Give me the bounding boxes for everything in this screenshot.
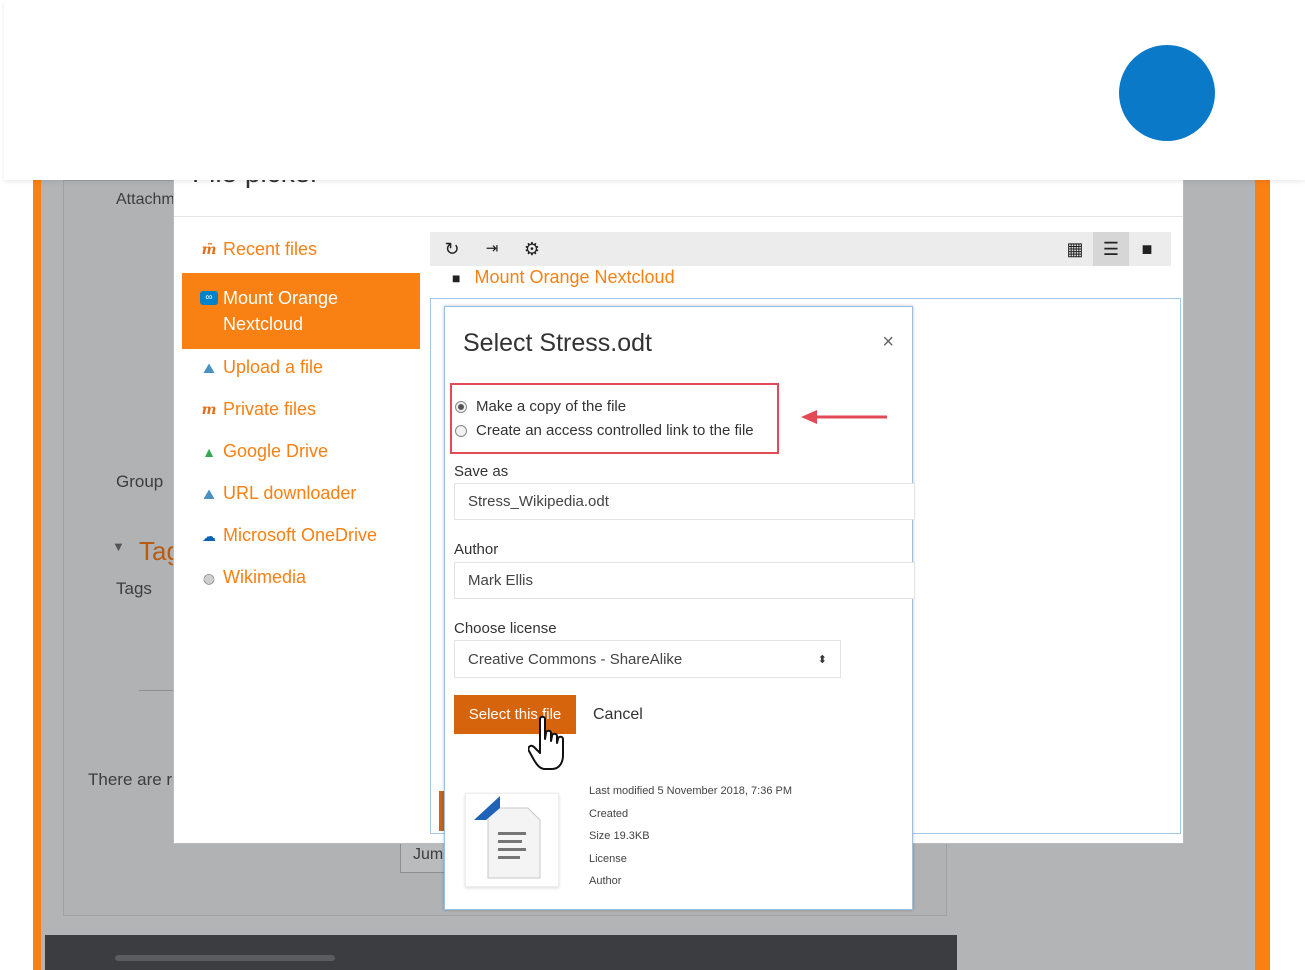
view-mode-buttons: ▦ ☰ ■ bbox=[1057, 232, 1165, 266]
meta-size: Size 19.3KB bbox=[589, 830, 650, 842]
page-footer bbox=[45, 935, 957, 970]
moodle-icon: m bbox=[201, 402, 217, 418]
repo-label: Upload a file bbox=[223, 357, 324, 377]
document-icon bbox=[474, 796, 541, 879]
url-downloader-icon: ⛰ bbox=[203, 486, 215, 502]
repo-recent-files[interactable]: m̄ Recent files bbox=[182, 231, 420, 273]
tags-label: Tags bbox=[116, 579, 152, 598]
repo-label: Google Drive bbox=[223, 441, 329, 461]
option-access-link-label: Create an access controlled link to the … bbox=[476, 422, 754, 439]
hand-pointer-cursor-icon bbox=[528, 715, 564, 770]
repo-upload-file[interactable]: ⛰ Upload a file bbox=[182, 349, 420, 391]
repo-wikimedia[interactable]: ◍ Wikimedia bbox=[182, 559, 420, 601]
repo-label: Wikimedia bbox=[223, 567, 307, 587]
repo-label: Private files bbox=[223, 399, 317, 419]
radio-access-link[interactable] bbox=[455, 424, 467, 437]
repo-private-files[interactable]: m Private files bbox=[182, 391, 420, 433]
dialog-title: Select Stress.odt bbox=[463, 329, 652, 357]
repo-google-drive[interactable]: ▲ Google Drive bbox=[182, 433, 420, 475]
select-arrows-icon: ⬍ bbox=[817, 653, 827, 666]
repo-onedrive[interactable]: ☁ Microsoft OneDrive bbox=[182, 517, 420, 559]
option-make-copy-label: Make a copy of the file bbox=[476, 398, 627, 415]
option-make-copy[interactable]: Make a copy of the file bbox=[455, 398, 626, 415]
wikimedia-icon: ◍ bbox=[202, 570, 216, 586]
user-avatar-circle[interactable] bbox=[1119, 45, 1215, 141]
option-access-link[interactable]: Create an access controlled link to the … bbox=[455, 422, 754, 439]
top-header-bar bbox=[4, 0, 1305, 180]
onedrive-icon: ☁ bbox=[202, 528, 216, 544]
repo-label: Recent files bbox=[223, 239, 318, 259]
file-metadata: Last modified 5 November 2018, 7:36 PM C… bbox=[589, 780, 792, 893]
folder-icon: ■ bbox=[452, 269, 461, 286]
select-file-dialog: Select Stress.odt × Make a copy of the f… bbox=[444, 306, 915, 910]
save-as-label: Save as bbox=[454, 463, 509, 480]
refresh-icon[interactable]: ↻ bbox=[434, 232, 470, 266]
file-picker-header-divider bbox=[174, 216, 1183, 217]
footer-text-blur bbox=[115, 955, 335, 961]
repo-nextcloud[interactable]: ∞ Mount Orange Nextcloud bbox=[182, 273, 420, 349]
moodle-icon: m̄ bbox=[201, 242, 217, 258]
nextcloud-icon: ∞ bbox=[200, 291, 218, 305]
meta-last-modified: Last modified 5 November 2018, 7:36 PM bbox=[589, 785, 793, 797]
radio-make-copy[interactable] bbox=[455, 400, 467, 413]
license-selected-value: Creative Commons - ShareAlike bbox=[468, 650, 683, 668]
repository-list: m̄ Recent files ∞ Mount Orange Nextcloud… bbox=[182, 231, 420, 601]
annotation-arrow-icon bbox=[801, 410, 887, 424]
breadcrumb-link[interactable]: Mount Orange Nextcloud bbox=[474, 267, 674, 288]
grid-view-icon[interactable]: ▦ bbox=[1057, 232, 1093, 266]
author-label: Author bbox=[454, 541, 499, 558]
list-view-icon[interactable]: ☰ bbox=[1093, 232, 1129, 266]
meta-created: Created bbox=[589, 807, 629, 820]
meta-author: Author bbox=[589, 875, 622, 887]
close-icon[interactable]: × bbox=[882, 331, 894, 354]
meta-license: License bbox=[589, 852, 627, 865]
repo-label: Microsoft OneDrive bbox=[223, 525, 378, 545]
google-drive-icon: ▲ bbox=[202, 444, 216, 460]
file-thumbnail bbox=[465, 793, 559, 887]
license-select[interactable]: Creative Commons - ShareAlike ⬍ bbox=[454, 640, 841, 678]
repo-label: URL downloader bbox=[223, 483, 357, 503]
group-label: Group bbox=[116, 472, 164, 491]
attachments-label: Attachm bbox=[116, 191, 175, 208]
repo-url-downloader[interactable]: ⛰ URL downloader bbox=[182, 475, 420, 517]
annotation-highlight-box bbox=[450, 383, 779, 454]
breadcrumb: ■ Mount Orange Nextcloud bbox=[452, 267, 675, 288]
save-as-input[interactable]: Stress_Wikipedia.odt bbox=[454, 483, 915, 520]
gear-icon[interactable]: ⚙ bbox=[514, 232, 550, 266]
collapse-caret-icon[interactable]: ▼ bbox=[112, 539, 125, 554]
repo-label: Mount Orange Nextcloud bbox=[223, 288, 339, 334]
logout-icon[interactable]: ⇥ bbox=[474, 232, 510, 266]
author-input[interactable]: Mark Ellis bbox=[454, 562, 915, 599]
cancel-button[interactable]: Cancel bbox=[593, 706, 643, 724]
notice-text: There are re bbox=[88, 770, 182, 789]
folder-view-icon[interactable]: ■ bbox=[1129, 232, 1165, 266]
file-picker-toolbar: ↻ ⇥ ⚙ ▦ ☰ ■ bbox=[430, 232, 1171, 266]
upload-icon: ⛰ bbox=[203, 360, 215, 376]
license-label: Choose license bbox=[454, 620, 557, 637]
